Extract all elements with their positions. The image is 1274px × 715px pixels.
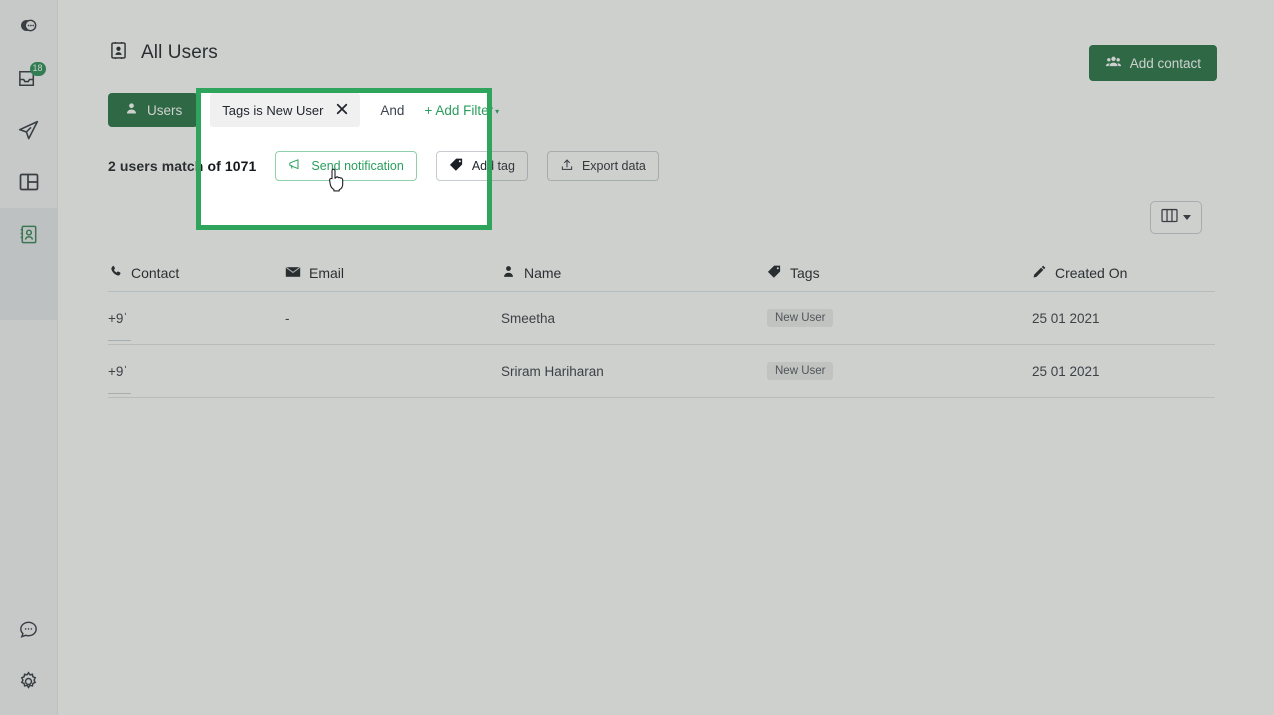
cell-created-on: 25 01 2021 [1032, 310, 1100, 326]
cell-tags: New User [767, 309, 1032, 327]
table-row[interactable]: +9ˈ - Smeetha New User 25 01 2021 [108, 292, 1215, 345]
sidebar-top-group: 18 [0, 0, 58, 320]
dashboard-icon [17, 170, 41, 194]
app-root: 18 All Users Add contact Users ▾ 2 users… [0, 0, 1274, 715]
tag-icon [449, 157, 464, 175]
columns-icon [1161, 208, 1178, 228]
send-notification-button[interactable]: Send notification [275, 151, 417, 181]
people-icon [1105, 53, 1122, 73]
add-filter-link[interactable]: + Add Filter ▾ [424, 102, 492, 118]
cell-contact: +9ˈ [108, 311, 285, 341]
page-title: All Users [141, 42, 218, 63]
column-header-email[interactable]: Email [285, 265, 501, 282]
sidebar-item-contacts[interactable] [0, 208, 58, 260]
column-header-created-on[interactable]: Created On [1032, 264, 1215, 282]
filter-bar-highlight: Users Tags is New User And + Add Filter … [196, 93, 492, 127]
send-icon [16, 118, 41, 143]
add-tag-label: Add tag [471, 159, 492, 173]
left-sidebar: 18 [0, 0, 58, 715]
cell-name: Sriram Hariharan [501, 363, 604, 379]
filter-chip-tags[interactable]: Tags is New User [210, 93, 361, 127]
add-tag-button[interactable]: Add tag [435, 151, 492, 181]
add-filter-label: + Add Filter [424, 102, 492, 118]
chevron-down-icon [1183, 215, 1191, 220]
column-header-email-label: Email [309, 265, 345, 281]
chat-logo-icon [17, 14, 41, 38]
bulk-actions-bar-highlight: 2 users match of 1071 Send notification [201, 150, 492, 182]
close-icon[interactable] [336, 103, 348, 117]
add-contact-button[interactable]: Add contact [1088, 45, 1217, 81]
column-header-created-on-label: Created On [1055, 265, 1128, 281]
column-header-tags-label: Tags [790, 265, 820, 281]
contacts-icon [17, 223, 40, 246]
cell-created-on: 25 01 2021 [1032, 363, 1100, 379]
tab-users[interactable]: Users [196, 93, 198, 127]
column-header-tags[interactable]: Tags [767, 264, 1032, 282]
column-chooser-button[interactable] [1150, 201, 1202, 234]
sidebar-item-inbox[interactable]: 18 [0, 52, 58, 104]
table-header-row: Contact Email Name Tags Created On [108, 255, 1215, 292]
filter-conjunction: And [380, 102, 405, 118]
sidebar-item-chat-logo[interactable] [0, 0, 58, 52]
tab-users[interactable]: Users [108, 93, 199, 127]
match-count-text: 2 users match of 1071 [201, 158, 257, 174]
column-header-contact-label: Contact [131, 265, 180, 281]
sidebar-item-dashboard[interactable] [0, 156, 58, 208]
user-icon [501, 264, 516, 282]
page-header: All Users [108, 40, 218, 66]
phone-icon [108, 264, 123, 282]
pencil-icon [1032, 264, 1047, 282]
status-badge: New User [767, 362, 834, 380]
filter-chip-label: Tags is New User [222, 102, 324, 118]
sidebar-item-help-chat[interactable] [0, 603, 58, 655]
settings-gear-icon [17, 670, 40, 693]
tab-users-label: Users [147, 102, 183, 118]
tour-highlight-box: Users Tags is New User And + Add Filter … [196, 88, 492, 230]
users-table: Contact Email Name Tags Created On +9ˈ -… [108, 255, 1215, 398]
column-header-contact[interactable]: Contact [108, 264, 285, 282]
cell-email: - [285, 310, 290, 326]
export-icon [560, 158, 574, 175]
envelope-icon [285, 265, 301, 282]
table-row[interactable]: +9ˈ Sriram Hariharan New User 25 01 2021 [108, 345, 1215, 398]
sidebar-item-send[interactable] [0, 104, 58, 156]
send-notification-label: Send notification [311, 159, 404, 173]
inbox-badge: 18 [29, 62, 46, 76]
megaphone-icon [288, 157, 303, 175]
tour-highlight-content: Users Tags is New User And + Add Filter … [196, 93, 492, 225]
help-chat-icon [17, 618, 40, 641]
sidebar-placeholder [0, 260, 58, 320]
sidebar-bottom-group [0, 603, 57, 715]
cell-tags: New User [767, 362, 1032, 380]
column-header-name[interactable]: Name [501, 264, 767, 282]
export-data-label: Export data [581, 159, 646, 173]
contact-book-icon [108, 40, 129, 66]
cell-contact: +9ˈ [108, 364, 285, 394]
sidebar-item-settings[interactable] [0, 655, 58, 707]
chevron-down-icon: ▾ [495, 106, 500, 116]
tag-icon [767, 264, 782, 282]
user-icon [124, 101, 139, 119]
status-badge: New User [767, 309, 834, 327]
column-header-name-label: Name [524, 265, 562, 281]
cell-name: Smeetha [501, 310, 556, 326]
export-data-button[interactable]: Export data [546, 151, 659, 181]
add-contact-label: Add contact [1129, 55, 1201, 71]
